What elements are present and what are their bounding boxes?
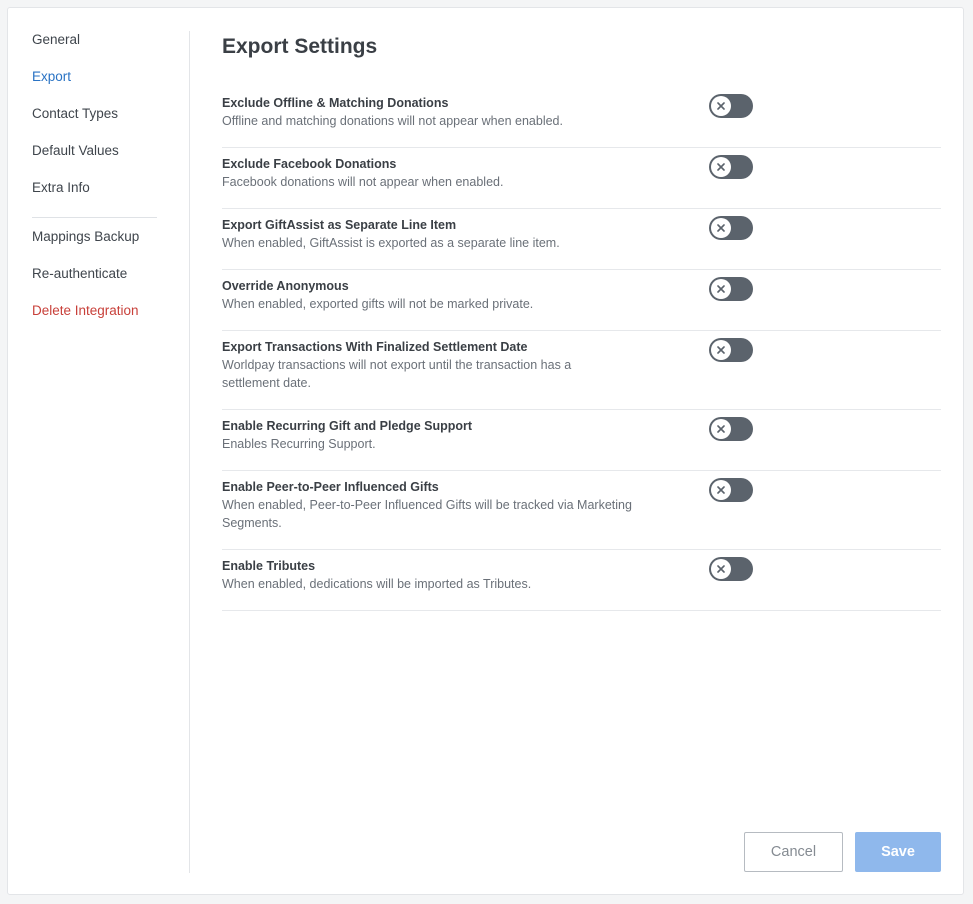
sidebar-item-re-authenticate[interactable]: Re-authenticate xyxy=(8,265,189,302)
setting-description: When enabled, Peer-to-Peer Influenced Gi… xyxy=(222,498,632,530)
toggle-recurring-support[interactable] xyxy=(709,417,753,441)
x-icon xyxy=(717,565,725,573)
settings-list: Exclude Offline & Matching Donations Off… xyxy=(222,87,941,611)
x-icon xyxy=(717,285,725,293)
toggle-knob xyxy=(711,419,731,439)
toggle-giftassist-line-item[interactable] xyxy=(709,216,753,240)
toggle-knob xyxy=(711,218,731,238)
toggle-tributes[interactable] xyxy=(709,557,753,581)
sidebar-item-delete-integration[interactable]: Delete Integration xyxy=(8,302,189,339)
setting-title: Export Transactions With Finalized Settl… xyxy=(222,340,528,354)
setting-row-giftassist-line-item: Export GiftAssist as Separate Line Item … xyxy=(222,209,941,270)
setting-description: Offline and matching donations will not … xyxy=(222,114,563,128)
x-icon xyxy=(717,425,725,433)
page-title: Export Settings xyxy=(222,35,378,58)
x-icon xyxy=(717,163,725,171)
toggle-peer-to-peer[interactable] xyxy=(709,478,753,502)
cancel-button[interactable]: Cancel xyxy=(744,832,843,872)
setting-row-override-anonymous: Override Anonymous When enabled, exporte… xyxy=(222,270,941,331)
toggle-knob xyxy=(711,559,731,579)
setting-description: Enables Recurring Support. xyxy=(222,437,376,451)
setting-text: Exclude Offline & Matching Donations Off… xyxy=(222,95,692,130)
setting-row-recurring-support: Enable Recurring Gift and Pledge Support… xyxy=(222,410,941,471)
settings-card: General Export Contact Types Default Val… xyxy=(7,7,964,895)
setting-text: Enable Recurring Gift and Pledge Support… xyxy=(222,418,692,453)
setting-row-exclude-offline-matching: Exclude Offline & Matching Donations Off… xyxy=(222,87,941,148)
setting-text: Override Anonymous When enabled, exporte… xyxy=(222,278,692,313)
setting-text: Exclude Facebook Donations Facebook dona… xyxy=(222,156,692,191)
setting-title: Enable Tributes xyxy=(222,559,316,573)
sidebar-item-mappings-backup[interactable]: Mappings Backup xyxy=(8,228,189,265)
form-footer: Cancel Save xyxy=(744,832,941,872)
setting-title: Export GiftAssist as Separate Line Item xyxy=(222,218,457,232)
sidebar-item-general[interactable]: General xyxy=(8,31,189,68)
toggle-override-anonymous[interactable] xyxy=(709,277,753,301)
toggle-exclude-facebook[interactable] xyxy=(709,155,753,179)
setting-description: When enabled, GiftAssist is exported as … xyxy=(222,236,560,250)
sidebar-item-default-values[interactable]: Default Values xyxy=(8,142,189,179)
setting-row-tributes: Enable Tributes When enabled, dedication… xyxy=(222,550,941,611)
sidebar-divider xyxy=(32,217,157,218)
setting-text: Enable Tributes When enabled, dedication… xyxy=(222,558,692,593)
toggle-knob xyxy=(711,340,731,360)
setting-description: When enabled, exported gifts will not be… xyxy=(222,297,534,311)
save-button[interactable]: Save xyxy=(855,832,941,872)
setting-title: Enable Peer-to-Peer Influenced Gifts xyxy=(222,480,439,494)
setting-description: Worldpay transactions will not export un… xyxy=(222,358,572,390)
toggle-knob xyxy=(711,96,731,116)
setting-title: Override Anonymous xyxy=(222,279,349,293)
settings-sidebar: General Export Contact Types Default Val… xyxy=(8,31,190,873)
setting-row-peer-to-peer: Enable Peer-to-Peer Influenced Gifts Whe… xyxy=(222,471,941,550)
setting-title: Exclude Offline & Matching Donations xyxy=(222,96,449,110)
setting-row-exclude-facebook: Exclude Facebook Donations Facebook dona… xyxy=(222,148,941,209)
setting-row-finalized-settlement: Export Transactions With Finalized Settl… xyxy=(222,331,941,410)
setting-description: When enabled, dedications will be import… xyxy=(222,577,532,591)
sidebar-item-contact-types[interactable]: Contact Types xyxy=(8,105,189,142)
x-icon xyxy=(717,224,725,232)
sidebar-item-export[interactable]: Export xyxy=(8,68,189,105)
setting-title: Enable Recurring Gift and Pledge Support xyxy=(222,419,473,433)
setting-text: Export GiftAssist as Separate Line Item … xyxy=(222,217,692,252)
toggle-finalized-settlement[interactable] xyxy=(709,338,753,362)
setting-text: Export Transactions With Finalized Settl… xyxy=(222,339,692,392)
setting-text: Enable Peer-to-Peer Influenced Gifts Whe… xyxy=(222,479,692,532)
x-icon xyxy=(717,346,725,354)
toggle-knob xyxy=(711,279,731,299)
toggle-exclude-offline-matching[interactable] xyxy=(709,94,753,118)
x-icon xyxy=(717,102,725,110)
toggle-knob xyxy=(711,480,731,500)
setting-description: Facebook donations will not appear when … xyxy=(222,175,504,189)
setting-title: Exclude Facebook Donations xyxy=(222,157,397,171)
sidebar-item-extra-info[interactable]: Extra Info xyxy=(8,179,189,216)
x-icon xyxy=(717,486,725,494)
toggle-knob xyxy=(711,157,731,177)
